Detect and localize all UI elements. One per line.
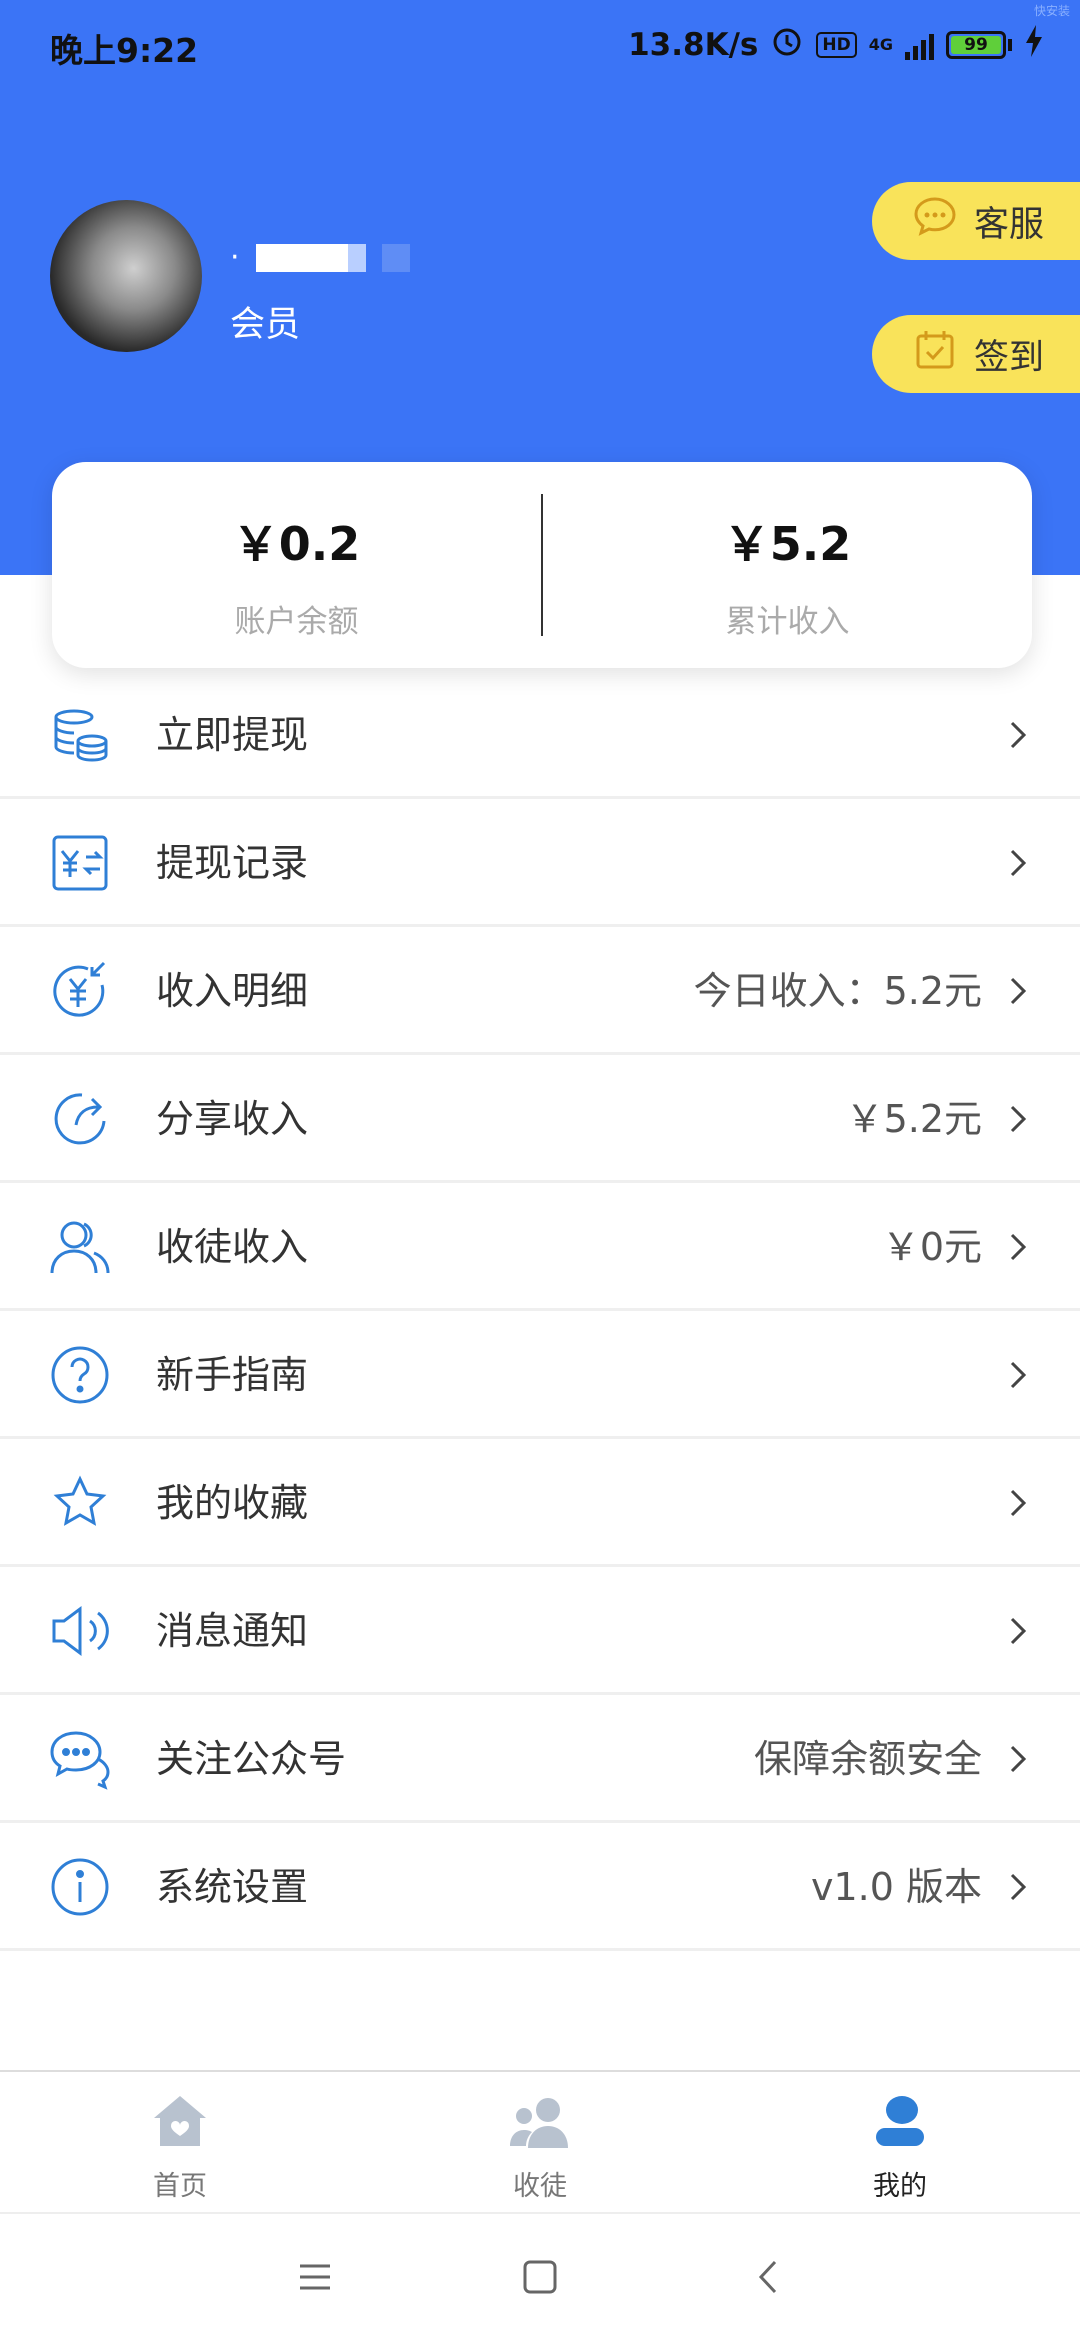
calendar-check-icon (910, 325, 960, 384)
account-balance[interactable]: ￥0.2 账户余额 (52, 462, 541, 668)
menu-list: 立即提现 提现记录 收入明细 今日收入：5.2元 分享收入 ￥5.2元 收徒收入… (0, 671, 1080, 1951)
tab-label: 收徒 (513, 2171, 567, 2202)
chevron-right-icon (1010, 1105, 1027, 1133)
chevron-right-icon (1010, 849, 1027, 877)
home-square-icon[interactable] (515, 2252, 565, 2302)
system-navigation-bar (0, 2212, 1080, 2342)
user-name-prefix: · (230, 240, 240, 275)
menu-label: 关注公众号 (156, 1737, 347, 1781)
total-income[interactable]: ￥5.2 累计收入 (543, 462, 1032, 668)
chat-bubble-icon (910, 192, 960, 251)
chevron-right-icon (1010, 1489, 1027, 1517)
checkin-label: 签到 (974, 337, 1045, 378)
menu-item-beginner-guide[interactable]: 新手指南 (0, 1311, 1080, 1439)
avatar[interactable] (50, 200, 202, 352)
chevron-right-icon (1010, 1617, 1027, 1645)
account-balance-label: 账户余额 (234, 604, 359, 640)
chevron-right-icon (1010, 1361, 1027, 1389)
alarm-icon (770, 24, 804, 66)
total-income-value: ￥5.2 (723, 517, 852, 571)
bottom-tab-bar: 首页 收徒 我的 (0, 2070, 1080, 2212)
menu-label: 收入明细 (156, 969, 309, 1013)
chevron-right-icon (1010, 1873, 1027, 1901)
menu-value: v1.0 版本 (810, 1865, 982, 1909)
tab-label: 我的 (873, 2171, 927, 2202)
total-income-label: 累计收入 (725, 604, 850, 640)
battery-icon: 99 (946, 31, 1012, 59)
menu-item-favorites[interactable]: 我的收藏 (0, 1439, 1080, 1567)
menu-item-withdraw-record[interactable]: 提现记录 (0, 799, 1080, 927)
status-time: 晚上9:22 (50, 31, 199, 70)
name-mask (255, 243, 366, 272)
users-icon (48, 1215, 112, 1279)
customer-service-label: 客服 (974, 204, 1045, 245)
home-icon (154, 2096, 206, 2146)
withdraw-record-icon (48, 831, 112, 895)
group-icon (510, 2098, 568, 2148)
menu-label: 立即提现 (156, 713, 309, 757)
menu-value: ￥5.2元 (845, 1097, 982, 1141)
person-icon (876, 2096, 924, 2146)
user-name: · (230, 240, 410, 275)
chevron-right-icon (1010, 977, 1027, 1005)
name-mask-dot (381, 243, 410, 272)
menu-item-official-account[interactable]: 关注公众号 保障余额安全 (0, 1695, 1080, 1823)
menu-value: 今日收入：5.2元 (693, 969, 982, 1013)
chevron-right-icon (1010, 1745, 1027, 1773)
customer-service-button[interactable]: 客服 (872, 182, 1080, 260)
menu-item-withdraw[interactable]: 立即提现 (0, 671, 1080, 799)
question-icon (48, 1343, 112, 1407)
signal-icon (905, 30, 934, 60)
network-type: 4G (868, 35, 893, 54)
status-indicators: 13.8K/s HD 4G 99 (628, 24, 1044, 66)
coins-icon (48, 703, 112, 767)
menu-item-share-income[interactable]: 分享收入 ￥5.2元 (0, 1055, 1080, 1183)
menu-item-notifications[interactable]: 消息通知 (0, 1567, 1080, 1695)
chevron-right-icon (1010, 1233, 1027, 1261)
balance-card: ￥0.2 账户余额 ￥5.2 累计收入 (52, 462, 1032, 668)
account-balance-value: ￥0.2 (232, 517, 361, 571)
menu-label: 分享收入 (156, 1097, 309, 1141)
checkin-button[interactable]: 签到 (872, 315, 1080, 393)
chat-icon (48, 1727, 112, 1791)
info-icon (48, 1855, 112, 1919)
back-icon[interactable] (745, 2252, 795, 2302)
status-bar: 晚上9:22 快安装 13.8K/s HD 4G 99 (0, 0, 1080, 96)
menu-value: 保障余额安全 (753, 1737, 982, 1781)
menu-label: 新手指南 (156, 1353, 309, 1397)
menu-label: 系统设置 (156, 1865, 309, 1909)
battery-level: 99 (951, 36, 1001, 54)
share-refresh-icon (48, 1087, 112, 1151)
chevron-right-icon (1010, 721, 1027, 749)
tab-home[interactable]: 首页 (0, 2072, 360, 2212)
menu-value: ￥0元 (881, 1225, 982, 1269)
star-icon (48, 1471, 112, 1535)
menu-item-income-detail[interactable]: 收入明细 今日收入：5.2元 (0, 927, 1080, 1055)
charging-icon (1024, 25, 1044, 65)
menu-icon[interactable] (290, 2252, 340, 2302)
tab-apprentice[interactable]: 收徒 (360, 2072, 720, 2212)
menu-item-apprentice-income[interactable]: 收徒收入 ￥0元 (0, 1183, 1080, 1311)
menu-label: 我的收藏 (156, 1481, 309, 1525)
menu-label: 收徒收入 (156, 1225, 309, 1269)
menu-label: 提现记录 (156, 841, 309, 885)
menu-label: 消息通知 (156, 1609, 309, 1653)
income-detail-icon (48, 959, 112, 1023)
hd-badge: HD (816, 32, 857, 58)
net-speed: 13.8K/s (628, 27, 759, 63)
tab-label: 首页 (153, 2171, 207, 2202)
watermark: 快安装 (1033, 4, 1070, 18)
tab-mine[interactable]: 我的 (720, 2072, 1080, 2212)
speaker-icon (48, 1599, 112, 1663)
menu-item-system-settings[interactable]: 系统设置 v1.0 版本 (0, 1823, 1080, 1951)
member-label: 会员 (230, 305, 301, 345)
